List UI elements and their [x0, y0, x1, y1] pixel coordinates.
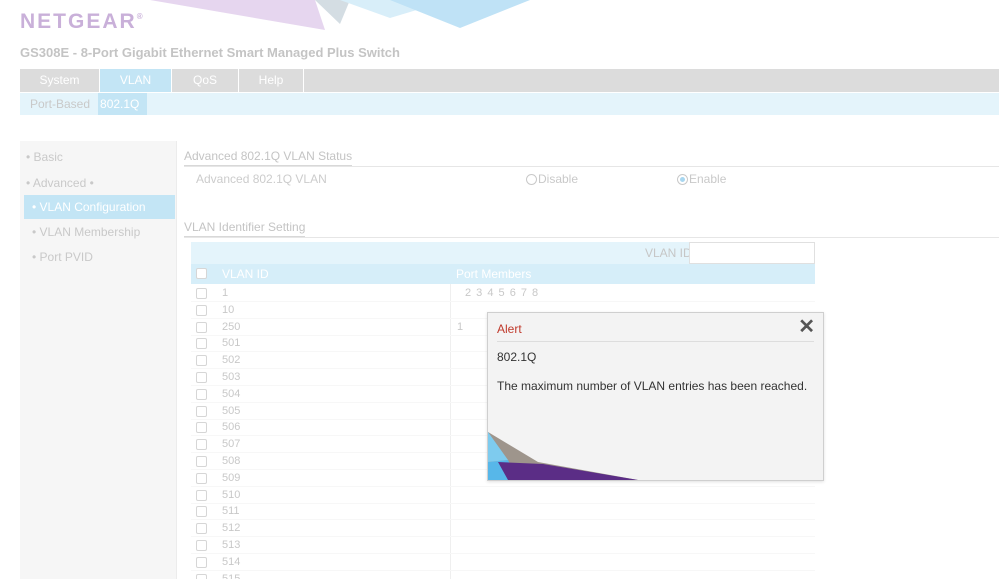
- radio-circle: [526, 173, 537, 185]
- row-vlan-id: 250: [222, 320, 241, 333]
- alert-dialog: Alert ✕ 802.1Q The maximum number of VLA…: [487, 312, 824, 481]
- row-checkbox[interactable]: [196, 338, 207, 350]
- row-checkbox[interactable]: [196, 506, 207, 518]
- row-checkbox[interactable]: [196, 439, 207, 451]
- row-vlan-id: 509: [222, 471, 241, 484]
- sidebar-item-vlan-membership[interactable]: • VLAN Membership: [32, 225, 140, 239]
- alert-divider: [497, 341, 814, 342]
- vlan-id-entry-bar: VLAN ID: [191, 242, 815, 264]
- row-vlan-id: 508: [222, 455, 241, 467]
- row-checkbox[interactable]: [196, 573, 207, 579]
- alert-heading: 802.1Q: [497, 350, 537, 364]
- tab-qos[interactable]: QoS: [172, 69, 239, 92]
- row-vlan-id: 504: [222, 387, 241, 400]
- row-vlan-id: 501: [222, 337, 241, 350]
- alert-message: The maximum number of VLAN entries has b…: [497, 379, 808, 393]
- row-checkbox[interactable]: [196, 422, 207, 434]
- row-port-members: 2 3 4 5 6 7 8: [465, 287, 540, 299]
- table-row[interactable]: 510: [191, 487, 815, 504]
- radio-circle-selected: [677, 173, 688, 185]
- sidebar-item-advanced[interactable]: • Advanced •: [26, 176, 94, 190]
- row-vlan-id: 503: [222, 371, 241, 383]
- vlan-id-entry-label: VLAN ID: [645, 246, 692, 260]
- row-checkbox[interactable]: [196, 472, 207, 484]
- row-vlan-id: 512: [222, 522, 241, 535]
- trademark-symbol: ®: [136, 12, 143, 21]
- identifier-section-divider: [184, 237, 999, 238]
- row-vlan-id: 502: [222, 354, 241, 367]
- table-row[interactable]: 512: [191, 520, 815, 538]
- disable-radio-label: Disable: [538, 172, 579, 186]
- enable-radio[interactable]: Enable: [677, 172, 726, 186]
- row-checkbox[interactable]: [196, 321, 207, 333]
- device-title: GS308E - 8-Port Gigabit Ethernet Smart M…: [20, 45, 400, 60]
- table-row[interactable]: 514: [191, 554, 815, 571]
- row-vlan-id: 510: [222, 488, 241, 501]
- row-checkbox[interactable]: [196, 523, 207, 535]
- sidebar-item-vlan-configuration[interactable]: • VLAN Configuration: [24, 195, 175, 219]
- disable-radio[interactable]: Disable: [526, 172, 578, 186]
- row-vlan-id: 10: [222, 303, 235, 316]
- alert-title: Alert: [497, 322, 522, 336]
- tab-system[interactable]: System: [20, 69, 100, 92]
- row-checkbox[interactable]: [196, 388, 207, 400]
- row-port-members: 1: [457, 320, 465, 333]
- row-checkbox[interactable]: [196, 355, 207, 367]
- table-row[interactable]: 511: [191, 503, 815, 521]
- netgear-logo: NETGEAR®: [20, 10, 143, 34]
- table-row[interactable]: 515: [191, 571, 815, 579]
- top-navigation: System VLAN QoS Help: [20, 69, 999, 92]
- row-checkbox[interactable]: [196, 405, 207, 417]
- row-checkbox[interactable]: [196, 288, 207, 299]
- tab-vlan[interactable]: VLAN: [100, 69, 172, 92]
- logo-text: NETGEAR: [20, 10, 137, 33]
- identifier-section-title: VLAN Identifier Setting: [184, 220, 306, 238]
- row-checkbox[interactable]: [196, 556, 207, 568]
- row-checkbox[interactable]: [196, 540, 207, 551]
- row-checkbox[interactable]: [196, 372, 207, 383]
- alert-decoration: [488, 432, 638, 480]
- table-header: VLAN ID Port Members: [191, 264, 815, 284]
- vlan-id-input[interactable]: [689, 242, 815, 264]
- sidebar-item-port-pvid[interactable]: • Port PVID: [32, 250, 93, 264]
- header-decoration: [150, 0, 530, 30]
- column-header-port-members: Port Members: [456, 267, 532, 281]
- row-checkbox[interactable]: [196, 489, 207, 501]
- advanced-vlan-label: Advanced 802.1Q VLAN: [196, 172, 327, 186]
- table-row[interactable]: 513: [191, 537, 815, 554]
- subtab-802-1q[interactable]: 802.1Q: [98, 93, 148, 115]
- tab-help[interactable]: Help: [239, 69, 304, 92]
- table-row[interactable]: 1 2 3 4 5 6 7 8: [191, 285, 815, 302]
- status-section-title: Advanced 802.1Q VLAN Status: [184, 149, 353, 167]
- column-header-vlan-id: VLAN ID: [222, 267, 269, 281]
- sidebar: • Basic • Advanced • • VLAN Configuratio…: [20, 141, 177, 579]
- row-vlan-id: 514: [222, 555, 241, 568]
- row-checkbox[interactable]: [196, 456, 207, 467]
- row-vlan-id: 513: [222, 539, 241, 551]
- row-vlan-id: 505: [222, 404, 241, 417]
- sub-navigation: Port-Based 802.1Q: [20, 93, 999, 115]
- sidebar-item-basic[interactable]: • Basic: [26, 150, 63, 164]
- select-all-checkbox[interactable]: [196, 268, 207, 279]
- row-vlan-id: 507: [222, 438, 241, 451]
- row-vlan-id: 1: [222, 287, 229, 299]
- row-vlan-id: 515: [222, 572, 241, 579]
- row-checkbox[interactable]: [196, 304, 207, 316]
- status-section-divider: [184, 166, 999, 167]
- row-vlan-id: 511: [222, 505, 240, 518]
- row-vlan-id: 506: [222, 421, 241, 434]
- enable-radio-label: Enable: [689, 172, 727, 186]
- close-icon[interactable]: ✕: [798, 317, 815, 337]
- subtab-port-based[interactable]: Port-Based: [20, 93, 98, 115]
